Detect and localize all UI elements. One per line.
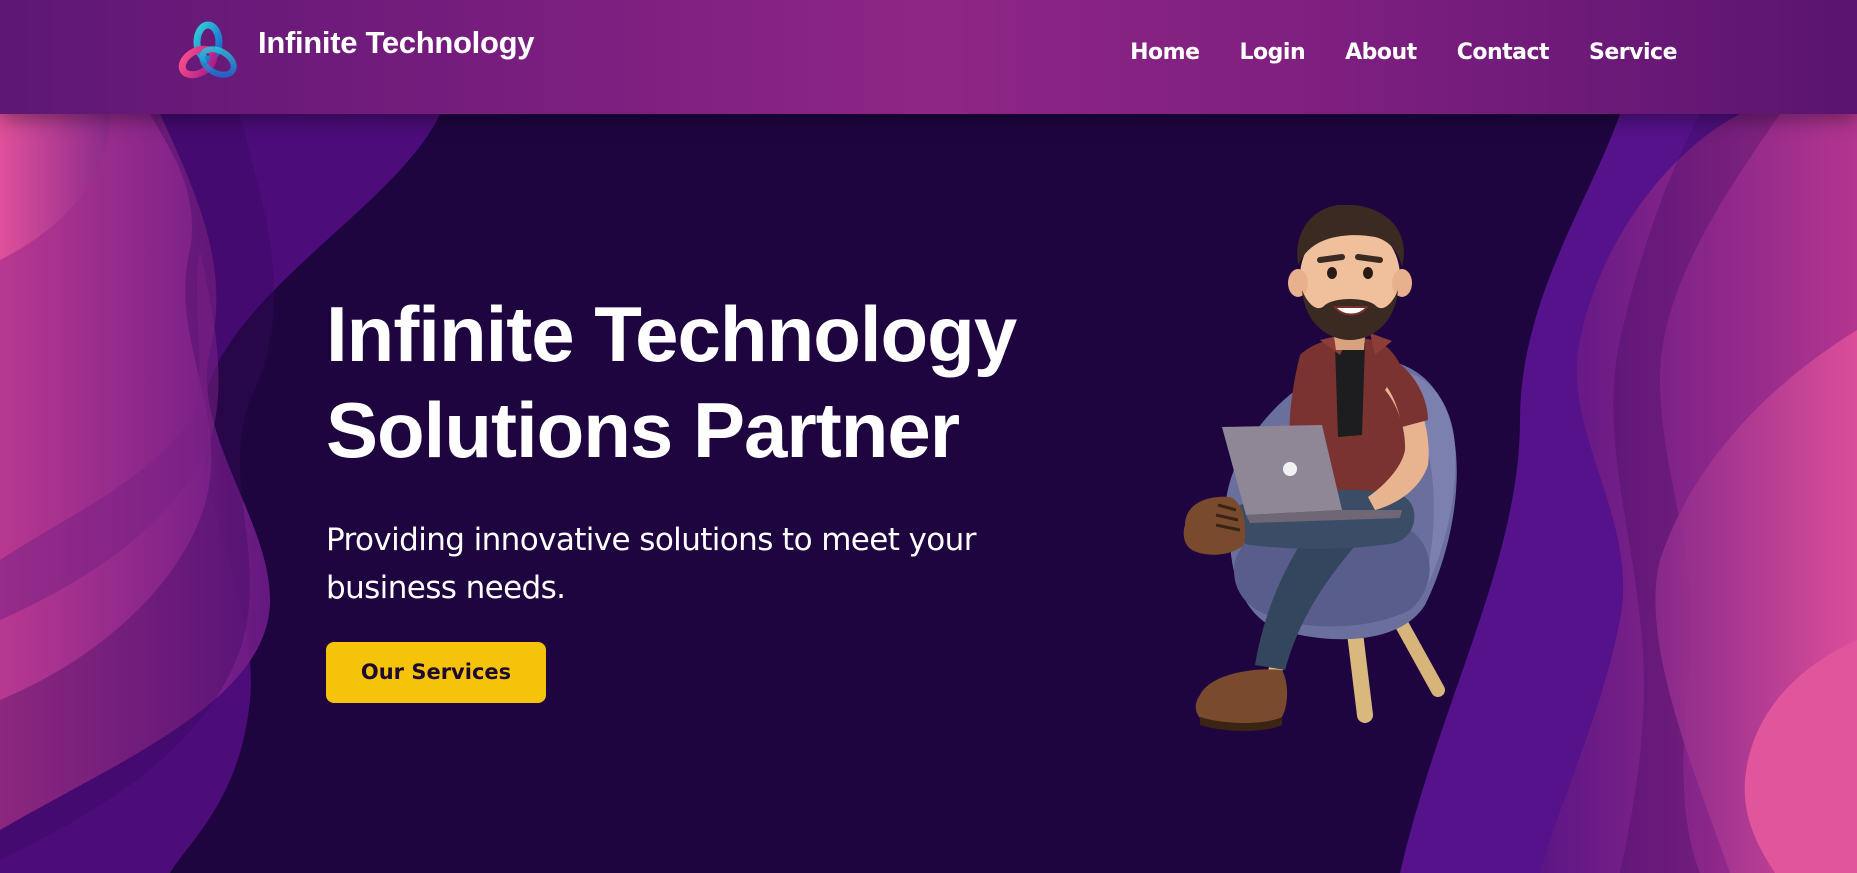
shoe-front bbox=[1183, 496, 1246, 555]
hero-title-line1: Infinite Technology bbox=[326, 290, 1017, 378]
man-with-laptop-illustration bbox=[1183, 205, 1457, 731]
eye-right bbox=[1363, 267, 1373, 279]
eye-left bbox=[1327, 267, 1337, 279]
nav-home[interactable]: Home bbox=[1130, 40, 1200, 65]
ear-right bbox=[1392, 269, 1412, 297]
main-nav: Home Login About Contact Service bbox=[1130, 40, 1677, 65]
chair-leg bbox=[1347, 625, 1373, 723]
page: Infinite Technology Home Login About Con… bbox=[0, 0, 1857, 873]
our-services-button[interactable]: Our Services bbox=[326, 642, 546, 703]
hero-title: Infinite Technology Solutions Partner bbox=[326, 286, 1086, 478]
hero-subtitle-line1: Providing innovative solutions to meet y… bbox=[326, 522, 976, 558]
ear-left bbox=[1288, 269, 1308, 297]
brand-name: Infinite Technology bbox=[258, 25, 535, 60]
hero-section: Infinite Technology Solutions Partner Pr… bbox=[326, 286, 1086, 703]
shoe-back bbox=[1195, 669, 1288, 724]
nav-contact[interactable]: Contact bbox=[1457, 40, 1550, 65]
chair-leg bbox=[1395, 618, 1445, 697]
site-header: Infinite Technology Home Login About Con… bbox=[0, 0, 1857, 114]
nav-login[interactable]: Login bbox=[1240, 40, 1306, 65]
nav-about[interactable]: About bbox=[1345, 40, 1417, 65]
infinite-knot-logo-icon bbox=[178, 21, 237, 79]
laptop-logo bbox=[1283, 462, 1297, 476]
hero-title-line2: Solutions Partner bbox=[326, 386, 960, 474]
nav-service[interactable]: Service bbox=[1589, 40, 1677, 65]
hero-subtitle: Providing innovative solutions to meet y… bbox=[326, 516, 1046, 612]
hero-subtitle-line2: business needs. bbox=[326, 570, 566, 606]
undershirt bbox=[1335, 343, 1365, 437]
brand[interactable]: Infinite Technology bbox=[176, 20, 534, 84]
